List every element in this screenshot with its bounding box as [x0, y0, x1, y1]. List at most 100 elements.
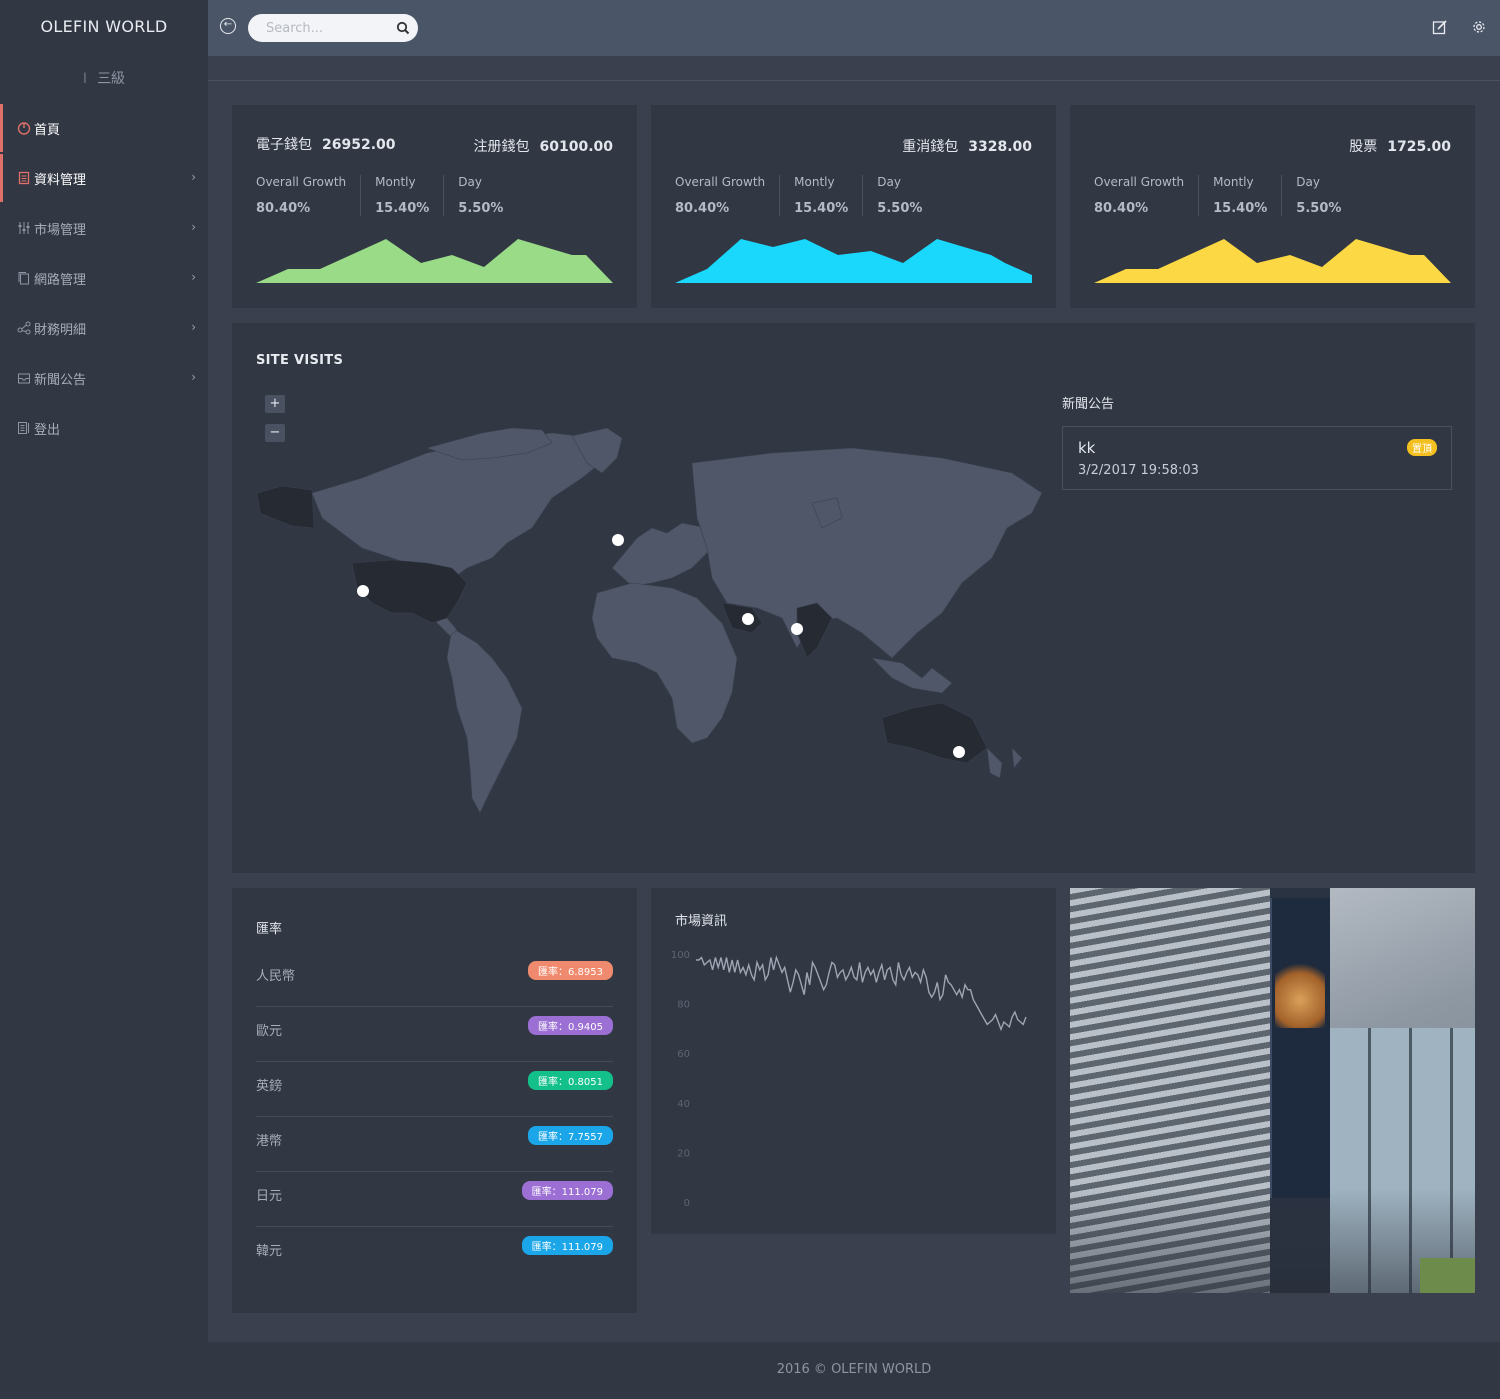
- news-panel-title: 新聞公告: [1062, 397, 1115, 412]
- edit-icon[interactable]: [1432, 19, 1448, 35]
- stat-label: 注册錢包: [473, 139, 530, 155]
- metric-label: Montly: [794, 175, 835, 189]
- search-input[interactable]: [248, 14, 418, 42]
- map-marker[interactable]: [612, 534, 624, 546]
- chevron-right-icon: ›: [191, 170, 196, 184]
- metric-label: Day: [1296, 175, 1320, 189]
- metric-label: Day: [877, 175, 901, 189]
- exchange-rates-card: 匯率 人民幣 匯率：6.8953 歐元 匯率：0.9405 英鎊 匯率：0.8051 …: [232, 888, 637, 1313]
- footer-brand: OLEFIN WORLD: [831, 1362, 932, 1377]
- stat-stock: 股票 1725.00: [1349, 136, 1451, 156]
- metric-monthly: Montly 15.40%: [1198, 175, 1281, 216]
- inbox-icon: [16, 370, 32, 386]
- sidebar-item-finance-details[interactable]: 財務明細 ›: [0, 304, 208, 352]
- y-tick-label: 40: [677, 1099, 690, 1110]
- stat-consumption-wallet: 重消錢包 3328.00: [902, 136, 1032, 156]
- power-icon: [16, 120, 32, 136]
- chevron-right-icon: ›: [191, 320, 196, 334]
- map-marker[interactable]: [953, 746, 965, 758]
- map-marker[interactable]: [357, 585, 369, 597]
- rate-row: 英鎊 匯率：0.8051: [256, 1062, 613, 1117]
- market-line-chart: 0 20 40 60 80 100: [671, 950, 1027, 1209]
- document-icon: [16, 170, 32, 186]
- search-icon[interactable]: [396, 20, 410, 35]
- stat-value: 3328.00: [968, 139, 1032, 155]
- metric-value: 80.40%: [256, 201, 311, 216]
- series-line: [696, 955, 1027, 1032]
- stat-value: 26952.00: [322, 137, 396, 153]
- chevron-right-icon: ›: [191, 370, 196, 384]
- metric-day: Day 5.50%: [862, 175, 936, 216]
- rate-badge: 匯率：7.7557: [528, 1126, 613, 1145]
- top-bar: ←: [208, 0, 1500, 56]
- stat-ewallet: 電子錢包 26952.00: [256, 134, 396, 154]
- metric-overall: Overall Growth 80.40%: [256, 175, 360, 216]
- sparkline-area: [675, 239, 1032, 283]
- sidebar-item-data-management[interactable]: 資料管理 ›: [0, 154, 208, 202]
- section-title: 匯率: [256, 922, 283, 937]
- promo-building-image: [1070, 888, 1475, 1293]
- growth-metrics: Overall Growth 80.40% Montly 15.40% Day 5.5…: [675, 175, 936, 216]
- level-bar: I: [82, 71, 88, 87]
- map-marker[interactable]: [791, 623, 803, 635]
- footer: 2016 © OLEFIN WORLD: [208, 1342, 1500, 1399]
- pinned-badge: 置頂: [1407, 439, 1437, 456]
- list-icon: [16, 420, 32, 436]
- back-arrow-icon[interactable]: ←: [220, 18, 236, 34]
- y-tick-label: 80: [677, 1000, 690, 1011]
- rate-badge: 匯率：111.079: [521, 1236, 613, 1255]
- sparkline-area: [256, 239, 613, 283]
- copy-icon: [16, 270, 32, 286]
- sidebar-item-label: 登出: [34, 422, 61, 438]
- currency-name: 人民幣: [256, 969, 296, 984]
- metric-label: Overall Growth: [675, 175, 766, 189]
- metric-monthly: Montly 15.40%: [779, 175, 862, 216]
- sidebar-item-home[interactable]: 首頁: [0, 104, 208, 152]
- map-marker[interactable]: [742, 613, 754, 625]
- rate-row: 韓元 匯率：111.079: [256, 1227, 613, 1282]
- sidebar-item-network-management[interactable]: 網路管理 ›: [0, 254, 208, 302]
- currency-name: 日元: [256, 1189, 283, 1204]
- stat-value: 60100.00: [539, 139, 613, 155]
- brand-logo[interactable]: OLEFIN WORLD: [0, 0, 208, 56]
- metric-label: Day: [458, 175, 482, 189]
- y-tick-label: 60: [677, 1049, 690, 1060]
- stat-label: 重消錢包: [902, 139, 959, 155]
- sidebar-item-label: 市場管理: [34, 222, 87, 238]
- metric-value: 15.40%: [794, 201, 849, 216]
- wallet-stats-card: 電子錢包 26952.00 注册錢包 60100.00 Overall Growth…: [232, 105, 637, 308]
- metric-value: 5.50%: [458, 201, 504, 216]
- sidebar-item-label: 網路管理: [34, 272, 87, 288]
- metric-label: Overall Growth: [256, 175, 347, 189]
- gear-icon[interactable]: [1471, 19, 1487, 35]
- share-icon: [16, 320, 32, 336]
- news-item[interactable]: kk 3/2/2017 19:58:03 置頂: [1062, 426, 1452, 490]
- metric-day: Day 5.50%: [443, 175, 517, 216]
- rate-row: 港幣 匯率：7.7557: [256, 1117, 613, 1172]
- zoom-in-button[interactable]: +: [265, 395, 285, 413]
- metric-overall: Overall Growth 80.40%: [1094, 175, 1198, 216]
- growth-metrics: Overall Growth 80.40% Montly 15.40% Day 5.5…: [256, 175, 517, 216]
- metric-label: Overall Growth: [1094, 175, 1185, 189]
- consumption-wallet-card: 重消錢包 3328.00 Overall Growth 80.40% Montly 1…: [651, 105, 1056, 308]
- y-tick-label: 100: [671, 950, 690, 961]
- metric-day: Day 5.50%: [1281, 175, 1355, 216]
- sidebar-item-label: 資料管理: [34, 172, 87, 188]
- currency-name: 韓元: [256, 1244, 283, 1259]
- rate-badge: 匯率：0.8051: [528, 1071, 613, 1090]
- growth-metrics: Overall Growth 80.40% Montly 15.40% Day 5.5…: [1094, 175, 1355, 216]
- metric-overall: Overall Growth 80.40%: [675, 175, 779, 216]
- news-headline[interactable]: kk: [1078, 439, 1095, 457]
- stock-card: 股票 1725.00 Overall Growth 80.40% Montly 15.…: [1070, 105, 1475, 308]
- sub-bar: [208, 56, 1500, 81]
- rate-badge: 匯率：6.8953: [528, 961, 613, 980]
- news-date: 3/2/2017 19:58:03: [1078, 463, 1199, 478]
- sidebar-item-market-management[interactable]: 市場管理 ›: [0, 204, 208, 252]
- sidebar-item-news[interactable]: 新聞公告 ›: [0, 354, 208, 402]
- sidebar-item-label: 首頁: [34, 122, 61, 138]
- sidebar-item-label: 新聞公告: [34, 372, 87, 388]
- sidebar-item-logout[interactable]: 登出: [0, 404, 208, 452]
- market-info-card: 市場資訊 0 20 40 60 80 100: [651, 888, 1056, 1234]
- section-title: SITE VISITS: [256, 353, 344, 368]
- world-map[interactable]: [252, 418, 1052, 818]
